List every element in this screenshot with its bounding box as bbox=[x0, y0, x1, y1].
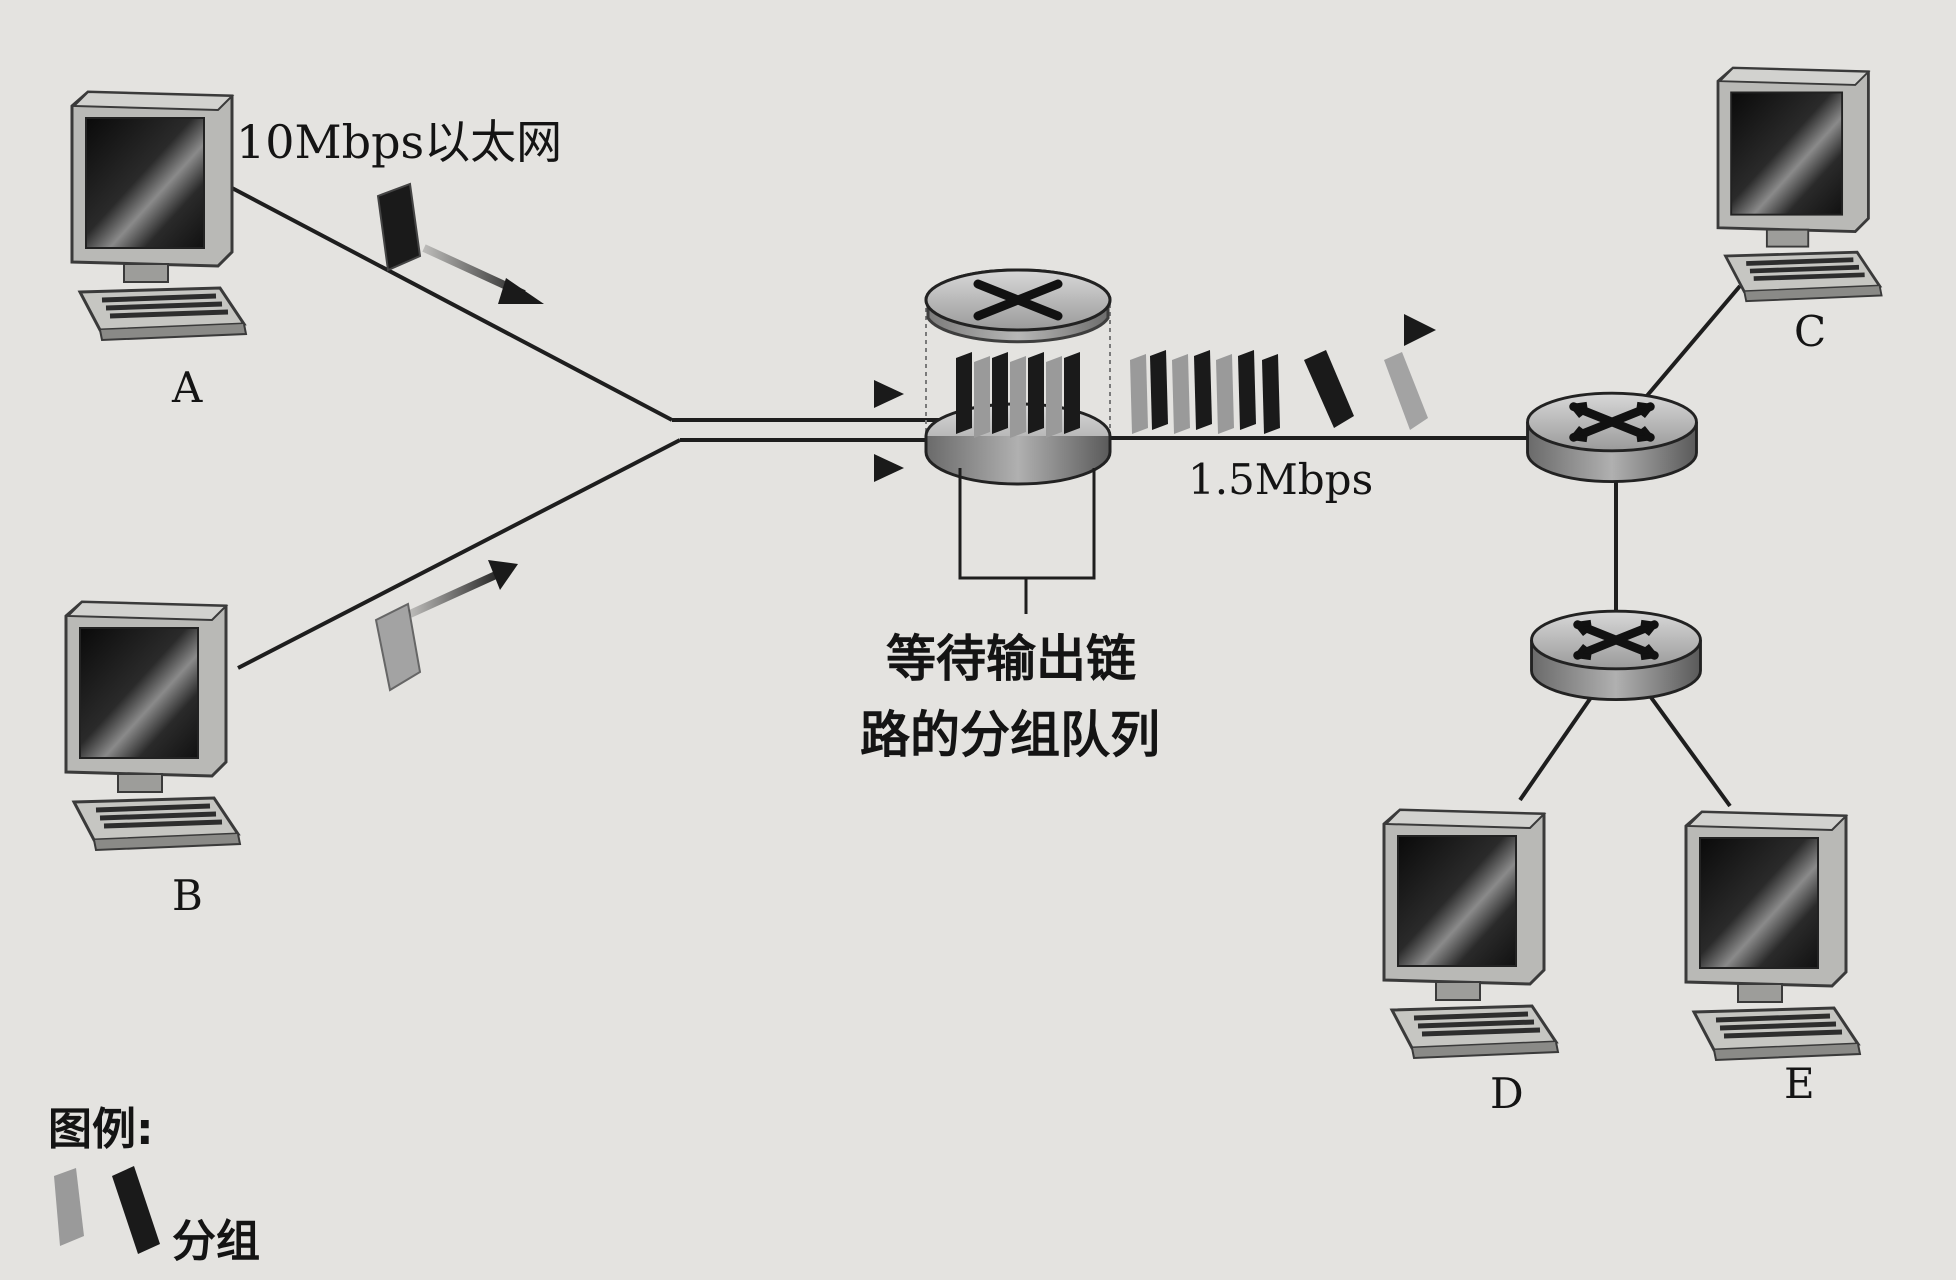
packet-icon bbox=[1238, 350, 1256, 430]
computer-icon bbox=[1384, 810, 1558, 1058]
host-b-label: B bbox=[172, 871, 203, 920]
computer-icon bbox=[66, 602, 240, 850]
computer-icon bbox=[72, 92, 246, 340]
packet-icon bbox=[992, 352, 1008, 434]
bottleneck-link-label: 1.5Mbps bbox=[1188, 455, 1373, 504]
host-a-label: A bbox=[171, 363, 203, 412]
packet-icon bbox=[1064, 352, 1080, 434]
packet-icon bbox=[54, 1168, 84, 1246]
output-queue bbox=[956, 352, 1080, 438]
packet-from-a bbox=[376, 182, 544, 304]
packet-icon bbox=[1304, 350, 1354, 428]
incoming-arrows bbox=[700, 380, 904, 482]
diagram-canvas: 10Mbps以太网 1.5Mbps A B C D E 等待输出链 路的分组队列… bbox=[48, 0, 1956, 1267]
packet-icon bbox=[1172, 354, 1190, 434]
packet-icon bbox=[956, 352, 972, 434]
link-b-to-junction bbox=[237, 438, 681, 670]
computer-icon bbox=[1686, 812, 1860, 1060]
packet-icon bbox=[1010, 356, 1026, 438]
packet-icon bbox=[1262, 354, 1280, 434]
queue-caption-line2: 路的分组队列 bbox=[860, 706, 1160, 764]
router-3 bbox=[1532, 611, 1701, 699]
router-cross-icon bbox=[1532, 611, 1701, 699]
link-a-to-junction bbox=[231, 186, 673, 422]
packet-icon bbox=[974, 356, 990, 438]
packet-icon bbox=[1130, 354, 1148, 434]
packet-icon bbox=[112, 1166, 160, 1254]
packet-icon bbox=[1150, 350, 1168, 430]
host-d bbox=[1384, 810, 1558, 1058]
host-c bbox=[1718, 68, 1882, 301]
router-cross-icon bbox=[1528, 393, 1697, 481]
router-1 bbox=[924, 268, 1112, 614]
packet-icon bbox=[1028, 352, 1044, 434]
network-diagram: 10Mbps以太网 1.5Mbps A B C D E 等待输出链 路的分组队列… bbox=[0, 0, 1956, 1280]
packet-icon bbox=[1194, 350, 1212, 430]
host-a bbox=[72, 92, 246, 340]
legend-title: 图例: bbox=[48, 1104, 154, 1155]
router-2 bbox=[1528, 393, 1697, 481]
host-d-label: D bbox=[1490, 1069, 1524, 1118]
link-router2-to-c bbox=[1638, 284, 1742, 406]
packet-icon bbox=[1384, 352, 1428, 430]
ethernet-link-label: 10Mbps以太网 bbox=[236, 115, 562, 169]
legend: 图例: 分组 bbox=[48, 1104, 260, 1267]
host-e bbox=[1686, 812, 1860, 1060]
computer-icon bbox=[1718, 68, 1882, 301]
queue-caption-line1: 等待输出链 bbox=[886, 630, 1136, 688]
host-e-label: E bbox=[1784, 1059, 1815, 1108]
host-b bbox=[66, 602, 240, 850]
queue-bracket bbox=[958, 468, 1096, 614]
arrow-icon bbox=[408, 570, 500, 618]
packet-icon bbox=[376, 182, 422, 272]
packet-icon bbox=[374, 602, 422, 692]
link-router3-to-e bbox=[1648, 694, 1732, 808]
host-c-label: C bbox=[1794, 307, 1826, 356]
link-router3-to-d bbox=[1518, 694, 1594, 802]
packet-from-b bbox=[374, 560, 518, 692]
bottleneck-packets bbox=[1130, 314, 1436, 434]
legend-packet-label: 分组 bbox=[172, 1216, 260, 1267]
packet-icon bbox=[1046, 356, 1062, 438]
packet-icon bbox=[1216, 354, 1234, 434]
